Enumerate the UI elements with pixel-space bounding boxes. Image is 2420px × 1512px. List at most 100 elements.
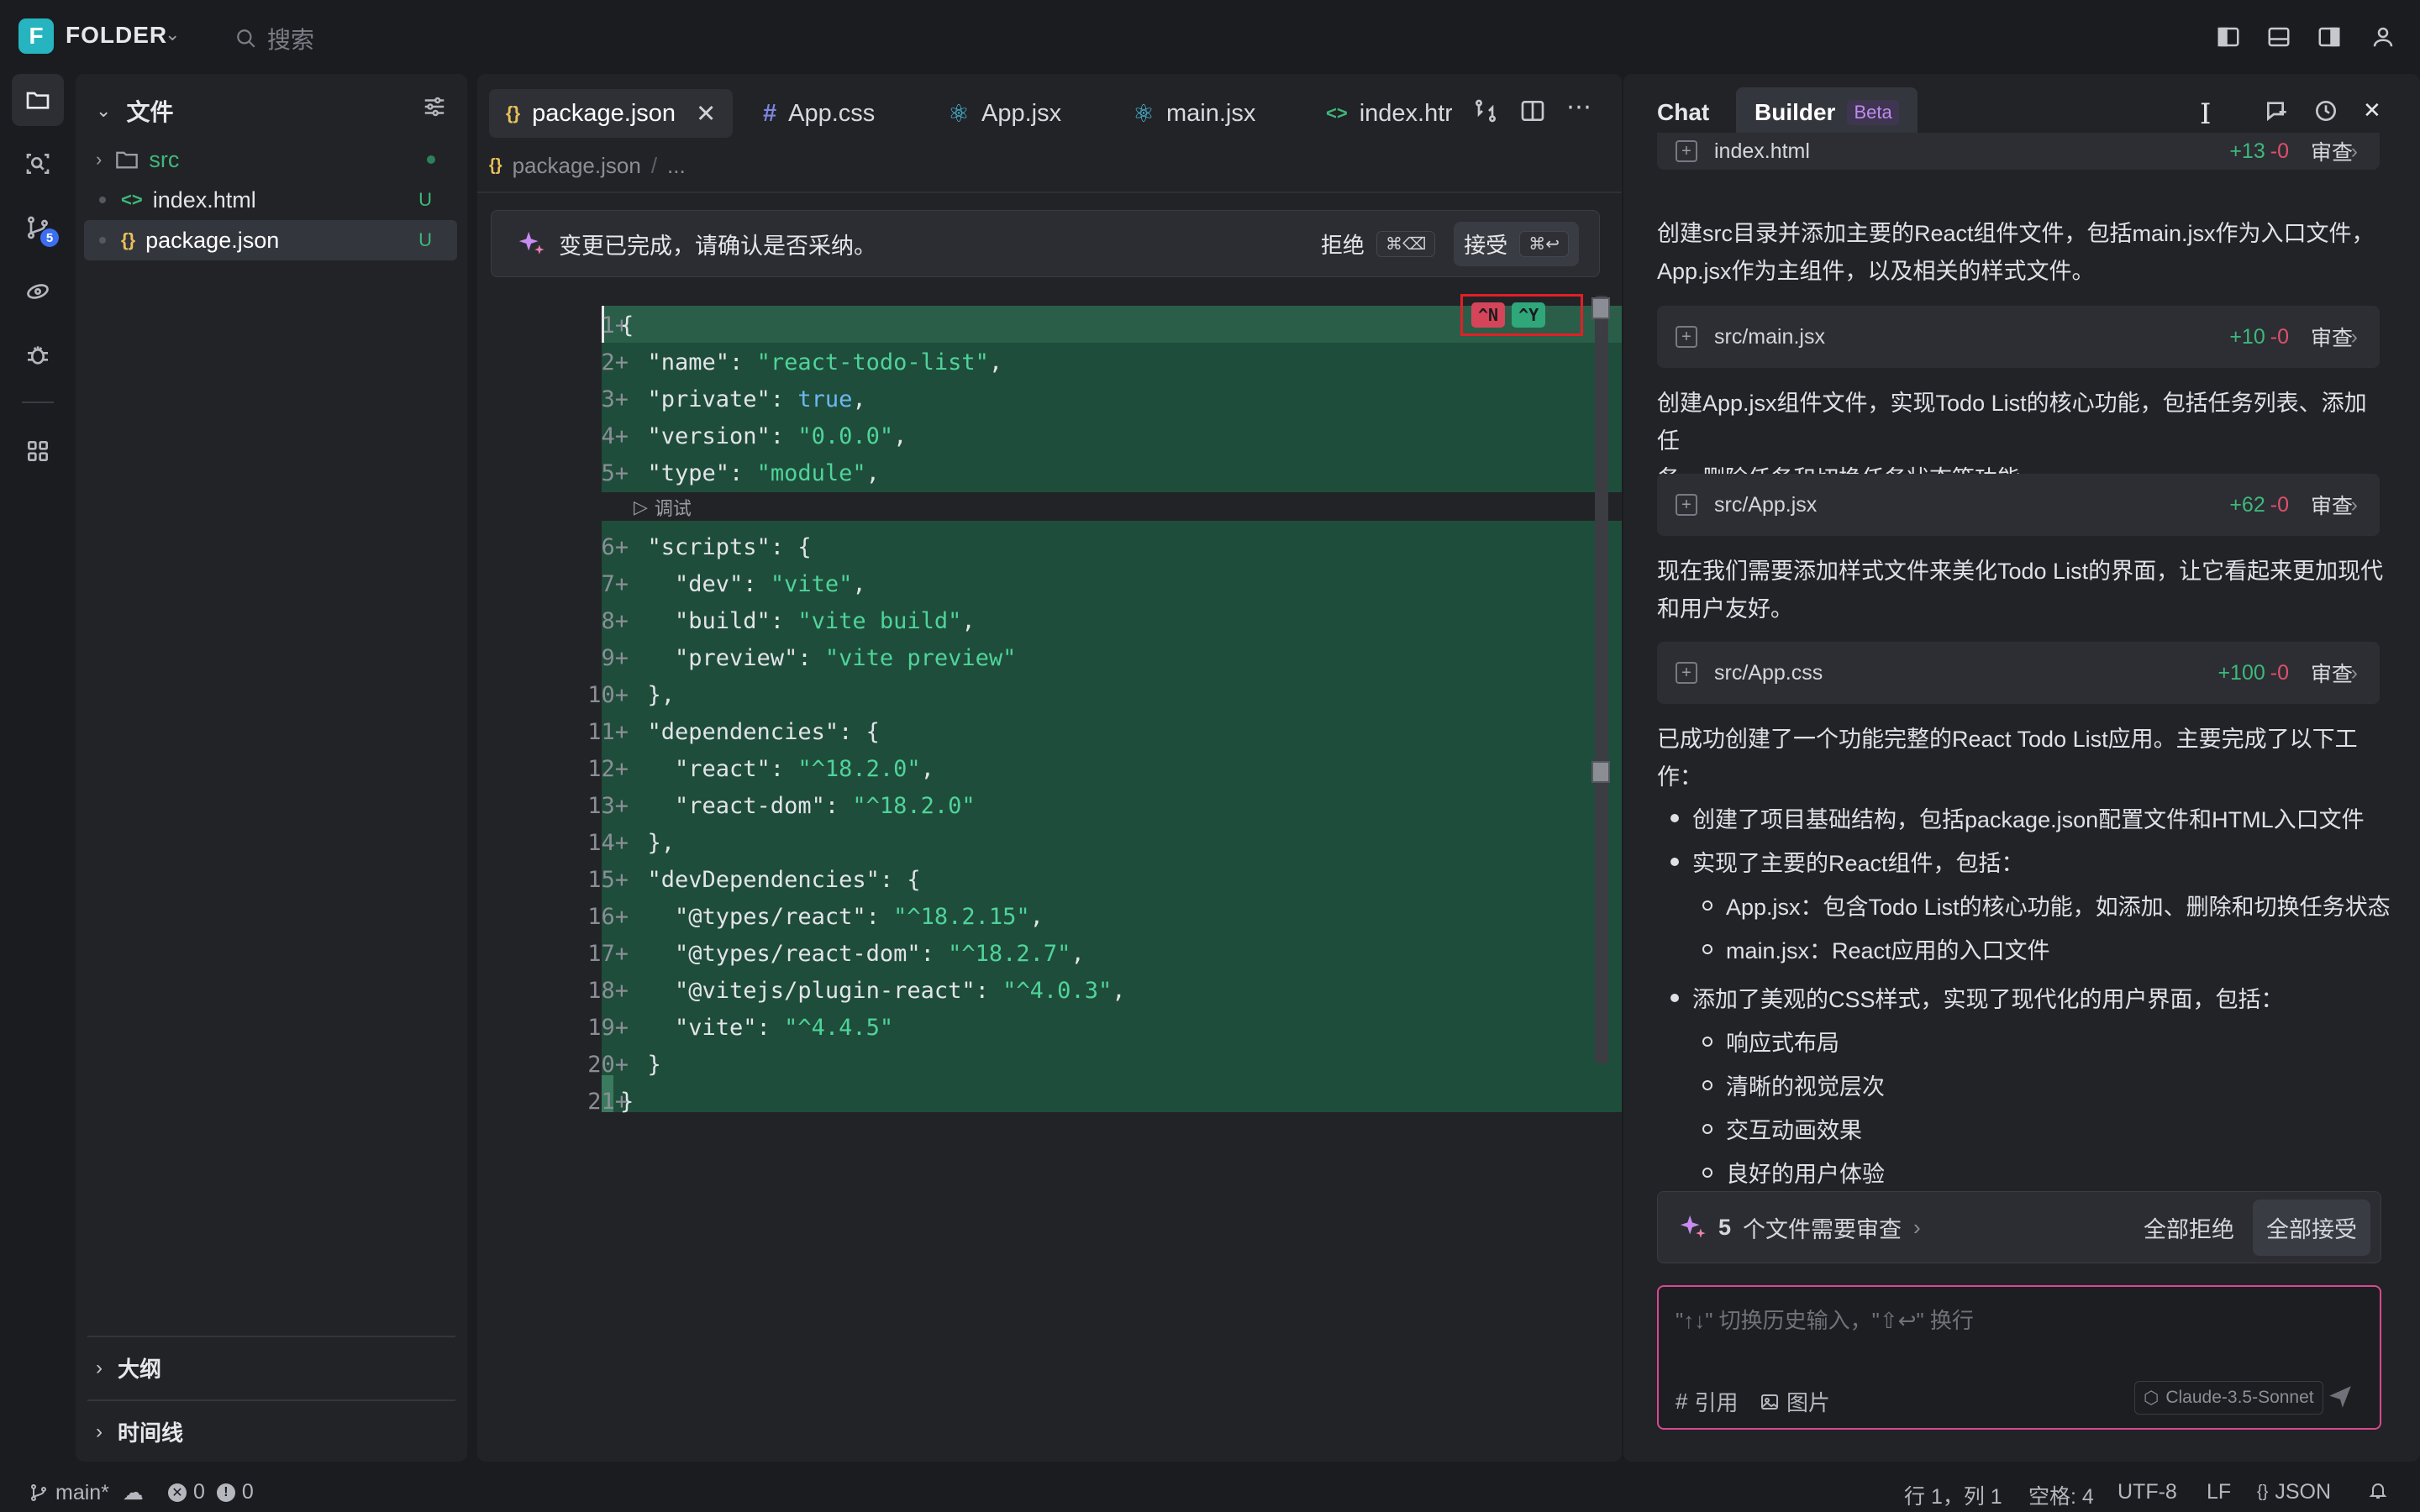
bell-icon[interactable] — [2368, 1480, 2388, 1506]
banner-message: 变更已完成，请确认是否采纳。 — [559, 233, 876, 259]
tab-app-jsx[interactable]: ⚛ App.jsx — [931, 89, 1078, 138]
react-icon: ⚛ — [948, 100, 970, 128]
more-actions-icon[interactable]: ⋯ — [1566, 92, 1591, 122]
indentation[interactable]: 空格: 4 — [2028, 1480, 2094, 1510]
code-line[interactable]: "build": "vite build", — [620, 608, 976, 634]
debug-codelens[interactable]: ▷ 调试 — [634, 494, 692, 521]
html-icon: <> — [121, 189, 143, 210]
review-button[interactable]: 审查 — [2311, 490, 2353, 520]
tab-chat[interactable]: Chat — [1657, 99, 1709, 126]
global-search[interactable]: 搜索 — [235, 22, 314, 55]
chevron-right-icon: › — [2350, 324, 2358, 349]
scrollbar-thumb[interactable] — [1591, 297, 1610, 319]
editor-scrollbar[interactable] — [1595, 296, 1608, 1063]
code-line[interactable]: "dependencies": { — [620, 719, 880, 745]
file-card-index-html[interactable]: + index.html +13 -0 审查 › — [1657, 133, 2380, 170]
tab-main-jsx[interactable]: ⚛ main.jsx — [1116, 89, 1272, 138]
account-icon[interactable] — [2366, 20, 2400, 54]
chat-panel: Chat Builder Beta I ✕ + index.html +13 -… — [1623, 74, 2420, 1462]
cursor-position[interactable]: 行 1，列 1 — [1904, 1480, 2002, 1510]
line-ending[interactable]: LF — [2207, 1480, 2231, 1504]
debug-icon[interactable] — [12, 329, 64, 381]
close-icon[interactable]: ✕ — [696, 99, 716, 129]
tree-item-index-html[interactable]: <> index.html U — [84, 180, 457, 220]
chat-input-box[interactable]: "↑↓" 切换历史输入，"⇧↩" 换行 # 引用 图片 ⬡ Claude-3.5-S… — [1657, 1285, 2381, 1430]
explorer-icon[interactable] — [12, 74, 64, 126]
breadcrumb-file[interactable]: package.json — [513, 153, 641, 179]
review-button[interactable]: 审查 — [2311, 322, 2353, 352]
file-card-app-jsx[interactable]: + src/App.jsx +62 -0 审查 › — [1657, 474, 2380, 536]
code-line[interactable]: "@vitejs/plugin-react": "^4.0.3", — [620, 978, 1125, 1004]
model-selector[interactable]: ⬡ Claude-3.5-Sonnet — [2134, 1381, 2323, 1415]
language-mode[interactable]: {} JSON — [2257, 1480, 2331, 1504]
code-line[interactable]: "preview": "vite preview" — [620, 645, 1016, 671]
image-button[interactable]: 图片 — [1760, 1386, 1830, 1417]
file-card-app-css[interactable]: + src/App.css +100 -0 审查 › — [1657, 642, 2380, 704]
explorer-settings-icon[interactable] — [422, 94, 447, 125]
inline-reject-button[interactable]: ^N — [1471, 302, 1506, 328]
banner-reject-button[interactable]: 拒绝 ⌘⌫ — [1320, 228, 1436, 260]
send-icon[interactable] — [2326, 1383, 2354, 1417]
inline-accept-button[interactable]: ^Y — [1512, 302, 1546, 328]
branch-indicator[interactable]: main* ☁ — [29, 1480, 144, 1505]
accept-all-button[interactable]: 全部接受 — [2253, 1199, 2370, 1256]
code-line[interactable]: "@types/react-dom": "^18.2.7", — [620, 941, 1085, 967]
tab-builder[interactable]: Builder Beta — [1736, 87, 1918, 138]
code-line[interactable]: "vite": "^4.4.5" — [620, 1015, 893, 1041]
timeline-section[interactable]: › 时间线 — [96, 1416, 183, 1447]
tree-item-label: src — [149, 146, 180, 172]
reject-all-button[interactable]: 全部拒绝 — [2144, 1211, 2234, 1244]
extensions-icon[interactable] — [12, 425, 64, 477]
problems-indicator[interactable]: ✕ 0 ! 0 — [168, 1480, 254, 1504]
review-button[interactable]: 审查 — [2311, 136, 2353, 166]
reference-button[interactable]: # 引用 — [1676, 1386, 1738, 1417]
code-line[interactable]: "version": "0.0.0", — [620, 423, 908, 449]
code-line[interactable]: "scripts": { — [620, 534, 812, 560]
toggle-bottom-panel-icon[interactable] — [2262, 20, 2296, 54]
code-line[interactable]: "dev": "vite", — [620, 571, 866, 597]
outline-section[interactable]: › 大纲 — [96, 1352, 161, 1383]
new-chat-icon[interactable] — [2264, 97, 2291, 130]
breadcrumb-more[interactable]: ... — [667, 153, 686, 179]
toggle-right-panel-icon[interactable] — [2312, 20, 2346, 54]
tree-item-package-json[interactable]: {} package.json U — [84, 220, 457, 260]
remote-icon[interactable] — [12, 265, 64, 318]
tab-app-css[interactable]: # App.css — [746, 89, 892, 138]
compare-icon[interactable] — [1472, 97, 1499, 130]
text-cursor-icon: I — [2200, 97, 2212, 131]
explorer-header[interactable]: ⌄ 文件 — [96, 94, 173, 128]
code-line[interactable]: { — [620, 312, 634, 339]
code-line[interactable]: "type": "module", — [620, 460, 880, 486]
chevron-right-icon[interactable]: › — [1913, 1215, 1921, 1241]
split-editor-icon[interactable] — [1519, 97, 1546, 130]
code-line[interactable]: } — [620, 1089, 634, 1115]
banner-accept-button[interactable]: 接受 ⌘↩ — [1454, 221, 1579, 266]
reject-label: 拒绝 — [1320, 232, 1365, 258]
tree-item-src[interactable]: › src — [84, 139, 457, 180]
tab-package-json[interactable]: {} package.json ✕ — [489, 89, 734, 138]
encoding[interactable]: UTF-8 — [2118, 1480, 2177, 1504]
reference-label: 引用 — [1694, 1390, 1739, 1415]
code-line[interactable]: "react": "^18.2.0", — [620, 756, 934, 782]
code-line[interactable]: }, — [620, 830, 676, 856]
code-line[interactable]: "react-dom": "^18.2.0" — [620, 793, 976, 819]
tab-label: App.jsx — [981, 99, 1062, 127]
review-button[interactable]: 审查 — [2311, 658, 2353, 688]
code-line[interactable]: "@types/react": "^18.2.15", — [620, 904, 1044, 930]
code-line[interactable]: "name": "react-todo-list", — [620, 349, 1003, 375]
code-line[interactable]: "private": true, — [620, 386, 866, 412]
chevron-down-icon[interactable]: ⌄ — [165, 24, 180, 45]
code-line[interactable]: }, — [620, 682, 676, 708]
history-icon[interactable] — [2312, 97, 2339, 130]
code-line[interactable]: } — [620, 1052, 661, 1078]
close-icon[interactable]: ✕ — [2363, 97, 2381, 123]
source-control-icon[interactable]: 5 — [12, 202, 64, 254]
code-line[interactable]: "devDependencies": { — [620, 867, 921, 893]
project-name[interactable]: FOLDER — [66, 22, 167, 49]
change-banner: 变更已完成，请确认是否采纳。 拒绝 ⌘⌫ 接受 ⌘↩ — [491, 210, 1600, 277]
search-code-icon[interactable] — [12, 138, 64, 190]
review-text[interactable]: 个文件需要审查 — [1743, 1211, 1902, 1244]
file-card-main-jsx[interactable]: + src/main.jsx +10 -0 审查 › — [1657, 306, 2380, 368]
toggle-left-panel-icon[interactable] — [2212, 20, 2245, 54]
tab-index-html[interactable]: <> index.htr — [1309, 89, 1452, 138]
